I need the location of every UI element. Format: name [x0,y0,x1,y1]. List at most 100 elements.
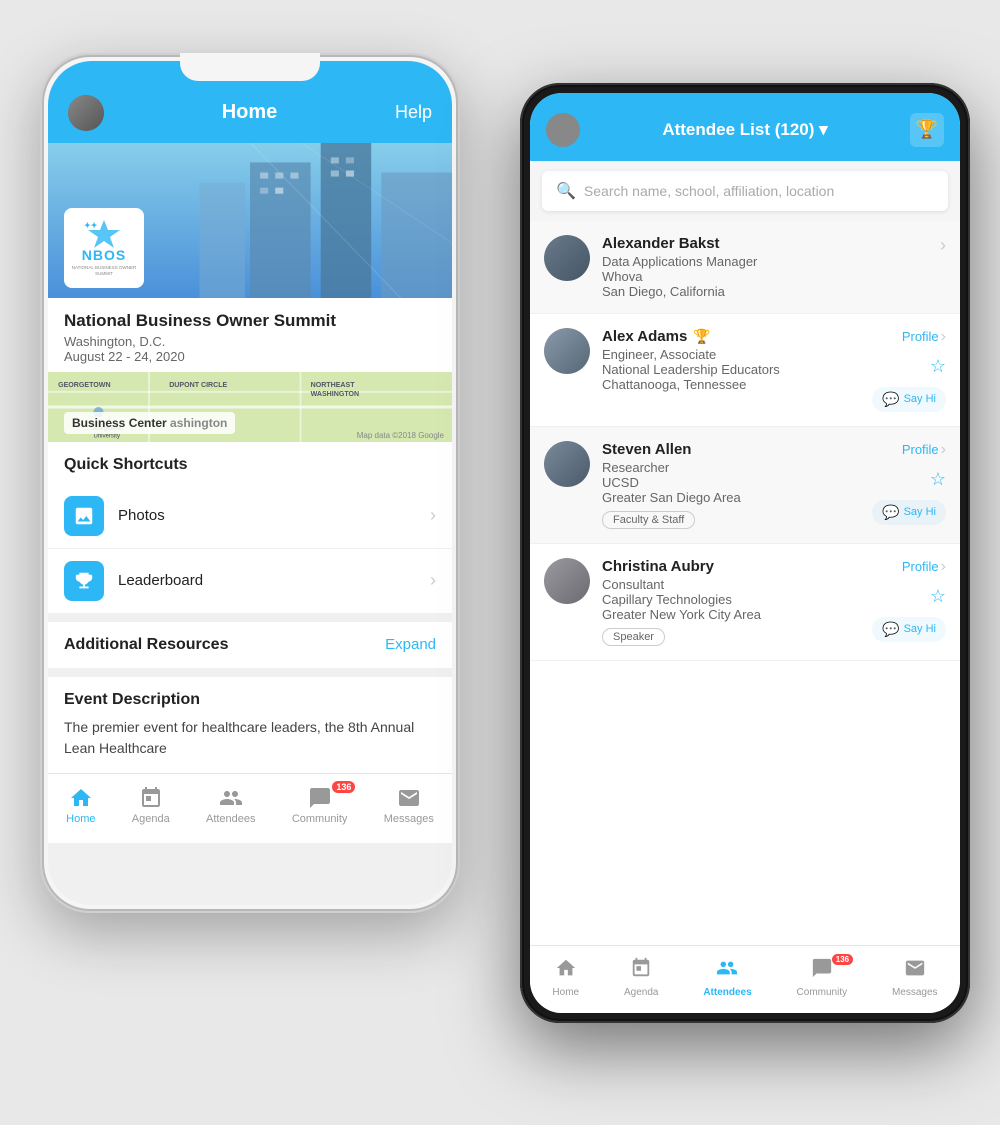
avatar[interactable] [68,95,104,131]
search-placeholder: Search name, school, affiliation, locati… [584,183,834,199]
shortcuts-title: Quick Shortcuts [48,442,452,484]
avatar [544,235,590,281]
and-nav-agenda[interactable]: Agenda [624,957,658,998]
community-badge: 136 [332,781,355,793]
map-location-label: Business Center ashington [64,412,235,434]
attendee-actions: Profile ☆ 💬 Say Hi [872,328,946,412]
and-nav-messages[interactable]: Messages [892,957,938,998]
nav-attendees[interactable]: Attendees [206,785,256,825]
say-hi-button[interactable]: 💬 Say Hi [872,617,946,642]
table-row[interactable]: Christina Aubry Consultant Capillary Tec… [530,544,960,661]
attendee-org: National Leadership Educators [602,362,860,377]
event-desc-title: Event Description [64,691,436,709]
divider-2 [48,668,452,676]
event-desc-text: The premier event for healthcare leaders… [64,717,436,759]
and-nav-home[interactable]: Home [552,957,579,998]
right-phone: Attendee List (120) ▾ 🏆 🔍 Search name, s… [520,83,970,1023]
nav-messages-label: Messages [384,813,434,825]
faculty-staff-tag: Faculty & Staff [602,511,695,529]
and-nav-attendees[interactable]: Attendees [703,957,751,998]
speaker-tag: Speaker [602,628,665,646]
svg-text:WASHINGTON: WASHINGTON [311,390,360,397]
community-icon [811,957,833,985]
attendee-org: UCSD [602,475,860,490]
map-data-credit: Map data ©2018 Google [357,431,444,440]
attendee-tags: Faculty & Staff [602,511,860,529]
avatar [544,558,590,604]
attendee-location: Greater New York City Area [602,607,860,622]
table-row[interactable]: Alex Adams 🏆 Engineer, Associate Nationa… [530,314,960,427]
attendee-tags: Speaker [602,628,860,646]
logo-subtext: NATIONAL BUSINESS OWNER SUMMIT [70,265,138,277]
table-row[interactable]: Alexander Bakst Data Applications Manage… [530,221,960,314]
star-icon[interactable]: ☆ [930,469,946,490]
nav-community-label: Community [292,813,348,825]
event-info: National Business Owner Summit Washingto… [48,298,452,372]
and-nav-community[interactable]: 136 Community [797,957,848,998]
say-hi-label: Say Hi [904,393,936,405]
attendee-actions: Profile ☆ 💬 Say Hi [872,558,946,642]
event-name: National Business Owner Summit [64,310,436,332]
attendee-actions: › [940,235,946,256]
nav-community[interactable]: 136 Community [292,785,348,825]
attendees-icon [218,785,244,811]
star-icon[interactable]: ☆ [930,356,946,377]
nav-messages[interactable]: Messages [384,785,434,825]
leaderboard-label: Leaderboard [118,572,430,589]
star-icon[interactable]: ☆ [930,586,946,607]
nav-agenda[interactable]: Agenda [132,785,170,825]
table-row[interactable]: Steven Allen Researcher UCSD Greater San… [530,427,960,544]
trophy-icon[interactable]: 🏆 [910,113,944,147]
logo-text: NBOS [82,247,126,263]
leaderboard-icon [64,561,104,601]
page-title: Home [104,101,395,124]
attendee-org: Whova [602,269,928,284]
attendee-name: Steven Allen [602,441,691,458]
attendee-role: Consultant [602,577,860,592]
photos-shortcut[interactable]: Photos › [48,484,452,549]
attendee-location: Chattanooga, Tennessee [602,377,860,392]
and-nav-community-label: Community [797,987,848,998]
chevron-right-icon: › [940,235,946,256]
profile-button[interactable]: Profile [902,328,946,346]
agenda-icon [630,957,652,985]
svg-text:GEORGETOWN: GEORGETOWN [58,381,110,388]
help-button[interactable]: Help [395,102,432,123]
nav-home-label: Home [66,813,95,825]
community-badge: 136 [832,954,853,965]
avatar [544,328,590,374]
profile-button[interactable]: Profile [902,441,946,459]
attendee-location: Greater San Diego Area [602,490,860,505]
search-bar[interactable]: 🔍 Search name, school, affiliation, loca… [542,171,948,211]
attendee-role: Data Applications Manager [602,254,928,269]
expand-button[interactable]: Expand [385,636,436,653]
attendees-icon [716,957,738,985]
attendee-location: San Diego, California [602,284,928,299]
attendee-org: Capillary Technologies [602,592,860,607]
attendee-list-title: Attendee List (120) ▾ [580,120,910,140]
search-icon: 🔍 [556,181,576,201]
svg-text:DUPONT CIRCLE: DUPONT CIRCLE [169,381,227,388]
attendee-actions: Profile ☆ 💬 Say Hi [872,441,946,525]
attendee-role: Engineer, Associate [602,347,860,362]
android-avatar[interactable] [546,113,580,147]
leaderboard-shortcut[interactable]: Leaderboard › [48,549,452,614]
say-hi-label: Say Hi [904,623,936,635]
say-hi-button[interactable]: 💬 Say Hi [872,500,946,525]
attendee-info: Steven Allen Researcher UCSD Greater San… [602,441,860,529]
svg-text:✦✦: ✦✦ [84,221,98,230]
home-icon [68,785,94,811]
nav-home[interactable]: Home [66,785,95,825]
android-header: Attendee List (120) ▾ 🏆 [530,93,960,161]
community-icon [307,785,333,811]
map-banner[interactable]: GEORGETOWN DUPONT CIRCLE NORTHEAST WASHI… [48,372,452,442]
attendee-name: Christina Aubry [602,558,714,575]
say-hi-button[interactable]: 💬 Say Hi [872,387,946,412]
additional-resources-title: Additional Resources [64,636,228,654]
profile-button[interactable]: Profile [902,558,946,576]
divider-1 [48,614,452,622]
say-hi-icon: 💬 [882,621,899,638]
attendee-info: Christina Aubry Consultant Capillary Tec… [602,558,860,646]
attendee-name: Alex Adams [602,328,687,345]
say-hi-icon: 💬 [882,391,899,408]
